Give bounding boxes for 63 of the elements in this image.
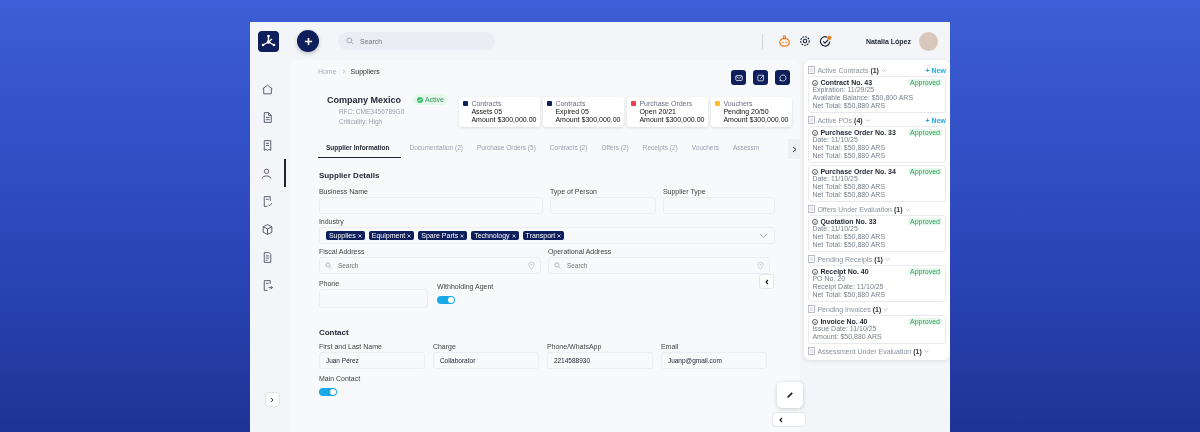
remove-icon[interactable] — [407, 233, 412, 238]
document-icon — [808, 205, 816, 213]
avatar[interactable] — [919, 31, 938, 51]
remove-icon[interactable] — [557, 233, 562, 238]
chat-bubble-icon — [778, 73, 787, 82]
company-name: Company Mexico — [326, 94, 401, 105]
toggle-switch[interactable] — [436, 296, 455, 304]
document-check-icon — [261, 194, 275, 208]
search-icon — [553, 262, 561, 269]
caret-icon[interactable] — [864, 118, 870, 122]
pencil-icon — [785, 391, 794, 399]
add-button[interactable] — [297, 30, 319, 52]
scroll-right-button[interactable] — [788, 139, 801, 159]
document-icon — [808, 255, 816, 263]
home-icon — [261, 82, 275, 96]
robot-icon[interactable] — [777, 34, 791, 48]
chat-button[interactable] — [775, 70, 791, 85]
email-button[interactable] — [731, 70, 747, 85]
info-icon — [812, 168, 819, 175]
caret-icon[interactable] — [923, 349, 929, 353]
remove-icon[interactable] — [460, 233, 465, 238]
edit-button[interactable] — [753, 70, 769, 85]
dropdown-caret-icon — [758, 232, 768, 239]
edit-icon — [756, 73, 765, 82]
plus-icon — [303, 36, 313, 46]
chevron-icon — [269, 396, 276, 403]
collapse-button[interactable] — [759, 274, 775, 289]
info-icon — [812, 129, 819, 136]
caret-icon[interactable] — [904, 207, 910, 211]
section-title: Contact — [318, 328, 350, 337]
document-icon — [808, 66, 816, 74]
collapse-panel-button[interactable] — [771, 412, 806, 427]
chevron-icon — [791, 145, 797, 153]
edit-fab-button[interactable] — [776, 382, 803, 408]
document-icon — [261, 110, 275, 124]
info-icon — [812, 79, 819, 86]
user-icon — [260, 166, 274, 180]
document-icon — [808, 305, 816, 313]
caret-icon[interactable] — [880, 68, 886, 72]
box-icon — [261, 222, 275, 236]
remove-icon[interactable] — [357, 233, 362, 238]
toggle-switch[interactable] — [318, 388, 337, 396]
document-icon — [808, 347, 816, 355]
search-icon — [346, 37, 354, 45]
info-icon — [812, 318, 819, 325]
info-icon — [812, 268, 819, 275]
app-logo-icon[interactable] — [258, 30, 279, 52]
task-check-icon[interactable] — [818, 34, 832, 48]
section-title: Supplier Details — [318, 171, 381, 180]
document-export-icon — [261, 278, 275, 292]
remove-icon[interactable] — [511, 233, 516, 238]
location-pin-icon — [527, 261, 535, 270]
info-icon — [812, 218, 819, 225]
envelope-icon — [734, 73, 743, 82]
chevron-icon — [764, 278, 769, 285]
settings-icon[interactable] — [798, 35, 811, 47]
document-icon — [808, 116, 816, 124]
chevron-icon — [341, 69, 346, 74]
location-pin-icon — [756, 261, 764, 270]
chevron-icon — [778, 416, 783, 423]
caret-icon[interactable] — [883, 307, 889, 311]
caret-icon[interactable] — [884, 257, 890, 261]
search-icon — [324, 262, 332, 269]
